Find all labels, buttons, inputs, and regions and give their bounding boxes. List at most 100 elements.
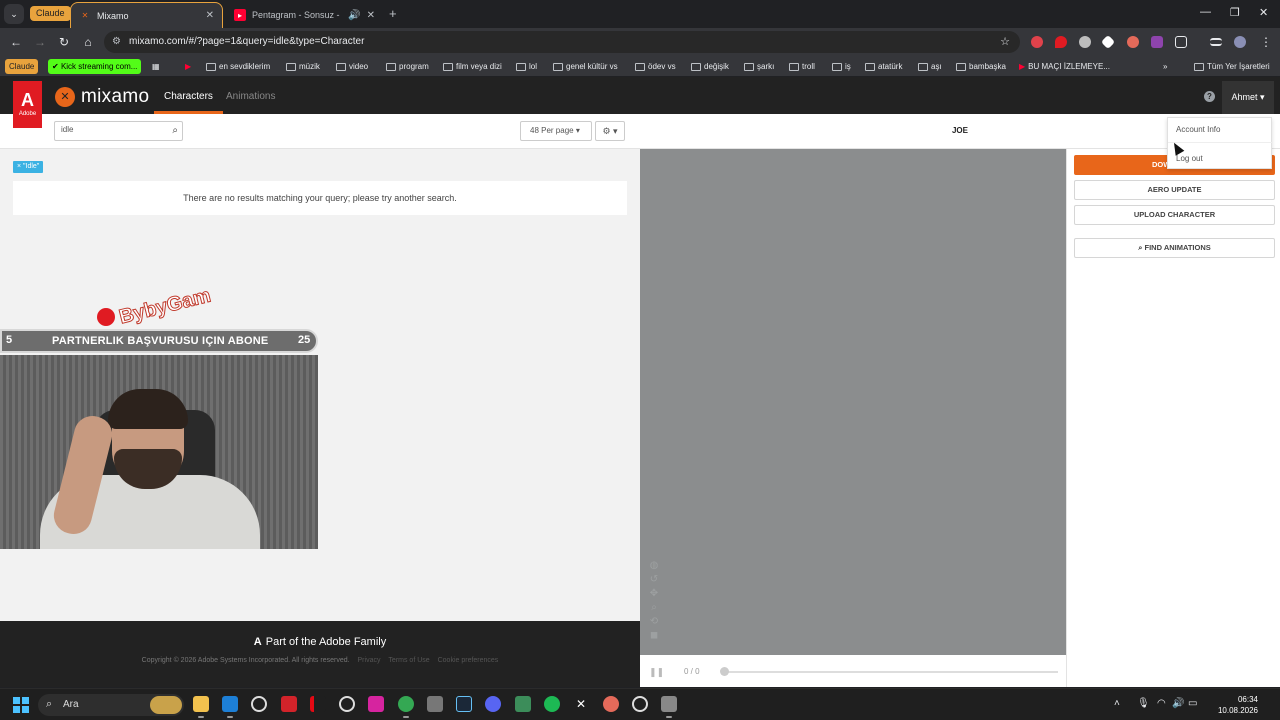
bookmark-folder[interactable]: atatürk bbox=[865, 59, 902, 74]
discord-icon[interactable] bbox=[485, 696, 501, 712]
x-icon[interactable]: ✕ bbox=[573, 696, 589, 712]
speedometer-app-icon[interactable] bbox=[251, 696, 267, 712]
bookmark-folder[interactable]: iş bbox=[832, 59, 851, 74]
volume-icon[interactable]: 🔊 bbox=[1172, 698, 1184, 709]
profile-avatar[interactable] bbox=[1234, 36, 1246, 48]
media-controls-icon[interactable] bbox=[1210, 38, 1222, 46]
settings-gear-button[interactable]: ⚙ ▾ bbox=[595, 121, 625, 141]
app-icon[interactable] bbox=[515, 696, 531, 712]
unity-icon[interactable] bbox=[632, 696, 648, 712]
bookmark-folder[interactable]: değişik bbox=[691, 59, 729, 74]
aero-update-button[interactable]: AERO UPDATE bbox=[1074, 180, 1275, 200]
move-icon[interactable]: ✥ bbox=[648, 587, 660, 601]
microphone-icon[interactable]: 🎙 bbox=[1137, 698, 1150, 709]
filter-tag-idle[interactable]: × "Idle" bbox=[13, 161, 44, 173]
chrome-menu-icon[interactable]: ⋮ bbox=[1258, 34, 1274, 50]
tab-youtube[interactable]: ▸ Pentagram - Sonsuz - YouTu 🔊 ✕ bbox=[226, 2, 383, 28]
upload-character-button[interactable]: UPLOAD CHARACTER bbox=[1074, 205, 1275, 225]
audio-playing-icon[interactable]: 🔊 bbox=[348, 10, 360, 21]
address-bar[interactable]: ⚙ mixamo.com/#/?page=1&query=idle&type=C… bbox=[104, 31, 1020, 53]
restore-icon[interactable]: ❐ bbox=[1230, 6, 1240, 19]
url-text[interactable]: mixamo.com/#/?page=1&query=idle&type=Cha… bbox=[129, 36, 364, 47]
tab-mixamo[interactable]: ✕ Mixamo ✕ bbox=[70, 2, 223, 28]
bookmark-folder[interactable]: aşı bbox=[918, 59, 942, 74]
bookmark-folder[interactable]: en sevdiklerim bbox=[206, 59, 270, 74]
search-input[interactable] bbox=[61, 125, 161, 134]
bookmark-folder[interactable]: troll bbox=[789, 59, 815, 74]
close-tab-icon[interactable]: ✕ bbox=[367, 10, 375, 21]
taskbar-clock[interactable]: 06:34 10.08.2026 bbox=[1206, 694, 1258, 716]
tray-overflow-icon[interactable]: ˄ bbox=[1114, 698, 1120, 709]
search-icon[interactable]: ⌕ bbox=[172, 125, 178, 136]
bookmark-folder[interactable]: bambaşka bbox=[956, 59, 1006, 74]
find-animations-button[interactable]: ⌕ FIND ANIMATIONS bbox=[1074, 238, 1275, 258]
zoom-icon[interactable]: ⌕ bbox=[648, 601, 660, 615]
reload-icon[interactable]: ↻ bbox=[56, 34, 72, 50]
terms-link[interactable]: Terms of Use bbox=[388, 657, 429, 664]
extension-play-icon[interactable] bbox=[1079, 36, 1091, 48]
mixamo-logo[interactable]: ✕ mixamo bbox=[55, 86, 149, 108]
bookmark-folder[interactable]: video bbox=[336, 59, 368, 74]
outlook-icon[interactable] bbox=[222, 696, 238, 718]
extensions-puzzle-icon[interactable] bbox=[1175, 36, 1187, 48]
site-info-icon[interactable]: ⚙ bbox=[112, 36, 121, 47]
user-menu-button[interactable]: Ahmet ▾ bbox=[1222, 81, 1274, 114]
steam-icon[interactable] bbox=[456, 696, 472, 712]
camera-icon[interactable]: ◼ bbox=[648, 629, 660, 643]
back-icon[interactable]: ← bbox=[8, 34, 24, 50]
extension-purple-icon[interactable] bbox=[1151, 36, 1163, 48]
bookmark-kick[interactable]: ✔ Kick streaming com... bbox=[48, 59, 142, 74]
nav-characters[interactable]: Characters bbox=[154, 77, 223, 114]
log-out-item[interactable]: Log out bbox=[1176, 154, 1203, 163]
bookmark-folder[interactable]: genel kültür vs bbox=[553, 59, 618, 74]
close-tab-icon[interactable]: ✕ bbox=[206, 10, 214, 21]
bookmark-youtube-match[interactable]: ▶ BU MAÇI İZLEMEYE... bbox=[1019, 59, 1110, 74]
bookmarks-overflow-icon[interactable]: » bbox=[1163, 59, 1167, 74]
reset-view-icon[interactable]: ↺ bbox=[648, 573, 660, 587]
3d-viewport[interactable]: ◍ ↺ ✥ ⌕ ⟲ ◼ bbox=[640, 149, 1066, 655]
timeline-scrubber[interactable] bbox=[720, 667, 729, 676]
adobe-logo[interactable]: A Adobe bbox=[13, 81, 42, 128]
bookmark-folder[interactable]: müzik bbox=[286, 59, 320, 74]
extension-pin-icon[interactable] bbox=[1055, 36, 1067, 48]
rotate-icon[interactable]: ⟲ bbox=[648, 615, 660, 629]
instagram-icon[interactable] bbox=[368, 696, 384, 712]
windows-start-icon[interactable] bbox=[13, 697, 29, 713]
claude-app-icon[interactable] bbox=[603, 696, 619, 712]
tab-search-chevron-icon[interactable]: ⌄ bbox=[4, 4, 24, 24]
home-icon[interactable]: ⌂ bbox=[80, 34, 96, 50]
bookmark-star-icon[interactable]: ☆ bbox=[1000, 35, 1010, 48]
bookmark-folder[interactable]: ödev vs bbox=[635, 59, 676, 74]
bookmark-folder[interactable]: lol bbox=[516, 59, 537, 74]
red-app-icon[interactable] bbox=[281, 696, 297, 712]
bookmark-folder[interactable]: film veya dizi bbox=[443, 59, 502, 74]
apps-grid-icon[interactable]: ▦ bbox=[152, 59, 160, 74]
privacy-link[interactable]: Privacy bbox=[358, 657, 381, 664]
minimize-icon[interactable]: — bbox=[1200, 6, 1211, 18]
taskbar-search[interactable]: ⌕ Ara bbox=[38, 694, 184, 716]
wifi-icon[interactable]: ◠ bbox=[1157, 698, 1166, 709]
help-icon[interactable]: ? bbox=[1204, 91, 1215, 102]
chrome-icon[interactable] bbox=[398, 696, 414, 718]
close-window-icon[interactable]: ✕ bbox=[1259, 6, 1268, 19]
file-explorer-icon[interactable] bbox=[193, 696, 209, 718]
account-info-item[interactable]: Account Info bbox=[1176, 125, 1220, 134]
spotify-icon[interactable] bbox=[544, 696, 560, 712]
per-page-select[interactable]: 48 Per page ▾ bbox=[520, 121, 592, 141]
bookmark-folder[interactable]: şarkı bbox=[744, 59, 774, 74]
youtube-bookmark-icon[interactable]: ▶ bbox=[185, 59, 191, 74]
new-tab-icon[interactable]: + bbox=[389, 6, 397, 21]
bookmark-folder[interactable]: program bbox=[386, 59, 429, 74]
grid-toggle-icon[interactable]: ◍ bbox=[648, 559, 660, 573]
app-icon[interactable] bbox=[427, 696, 443, 712]
extension-shield-icon[interactable] bbox=[1031, 36, 1043, 48]
netflix-icon[interactable] bbox=[310, 696, 326, 712]
pause-icon[interactable]: ❚❚ bbox=[649, 667, 664, 678]
extension-claude-icon[interactable] bbox=[1127, 36, 1139, 48]
all-bookmarks-folder[interactable]: Tüm Yer İşaretleri bbox=[1194, 59, 1270, 74]
bookmark-claude[interactable]: Claude bbox=[5, 59, 39, 74]
forward-icon[interactable]: → bbox=[32, 34, 48, 50]
cookie-preferences-link[interactable]: Cookie preferences bbox=[438, 657, 499, 664]
cube-app-icon[interactable] bbox=[661, 696, 677, 718]
timeline-track[interactable] bbox=[722, 671, 1058, 673]
